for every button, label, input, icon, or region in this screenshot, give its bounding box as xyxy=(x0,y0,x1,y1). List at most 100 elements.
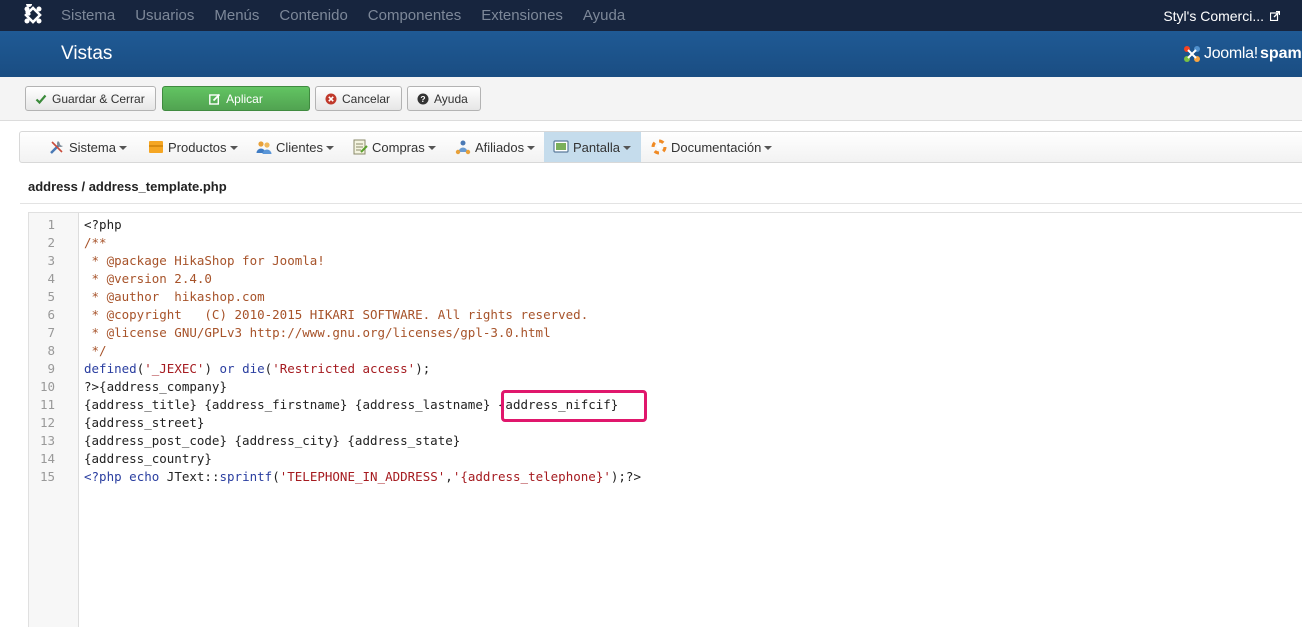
code-token: );?> xyxy=(610,469,641,484)
hikamenu-pantalla-label: Pantalla xyxy=(573,139,620,155)
code-token: * @license GNU/GPLv3 http://www.gnu.org/… xyxy=(84,325,551,340)
joomla-logo-icon[interactable] xyxy=(22,4,44,26)
code-editor[interactable]: 1 2 3 4 5 6 7 8 9 10 11 12 13 14 15 <?php/** * @packag… xyxy=(28,212,1302,627)
site-link[interactable]: Styl's Comerci... xyxy=(1163,0,1280,31)
line-number: 4 xyxy=(47,271,55,286)
check-icon xyxy=(35,94,47,104)
line-number-gutter: 1 2 3 4 5 6 7 8 9 10 11 12 13 14 15 xyxy=(29,213,79,627)
brand-suffix: spam xyxy=(1259,45,1302,62)
code-token: JText:: xyxy=(159,469,220,484)
hikamenu-compras-label: Compras xyxy=(372,139,425,155)
code-line: defined('_JEXEC') or die('Restricted acc… xyxy=(84,361,430,376)
admin-menu-menus[interactable]: Menús xyxy=(214,7,259,24)
code-token: <?php xyxy=(84,469,122,484)
question-circle-icon: ? xyxy=(417,93,429,104)
chevron-down-icon xyxy=(325,146,334,150)
line-number: 1 xyxy=(47,217,55,232)
hikamenu-productos-label: Productos xyxy=(168,139,227,155)
divider xyxy=(20,203,1302,204)
code-token: 'TELEPHONE_IN_ADDRESS' xyxy=(279,469,446,484)
line-number: 11 xyxy=(39,397,55,412)
hikamenu-clientes[interactable]: Clientes xyxy=(256,132,334,162)
code-token: , xyxy=(445,469,453,484)
affiliates-icon xyxy=(455,140,471,155)
chevron-down-icon xyxy=(118,146,127,150)
code-token: * @author hikashop.com xyxy=(84,289,265,304)
chevron-down-icon xyxy=(229,146,238,150)
code-line: <?php echo JText::sprintf('TELEPHONE_IN_… xyxy=(84,469,641,484)
hikamenu-documentacion-label: Documentación xyxy=(671,139,762,155)
code-token: ( xyxy=(272,469,280,484)
hikashop-menu: Sistema Productos Clientes Compras Afili… xyxy=(19,131,1302,163)
line-number: 3 xyxy=(47,253,55,268)
admin-menu-bar: Sistema Usuarios Menús Contenido Compone… xyxy=(0,0,1302,31)
help-lifebuoy-icon xyxy=(651,139,667,155)
admin-menu-componentes[interactable]: Componentes xyxy=(368,7,461,24)
code-line: ?>{address_company} xyxy=(84,379,227,394)
page-title: Vistas xyxy=(61,43,113,64)
page-header: Vistas Joomla! spam xyxy=(0,31,1302,77)
help-label: Ayuda xyxy=(434,91,468,106)
code-token: * @copyright (C) 2010-2015 HIKARI SOFTWA… xyxy=(84,307,589,322)
admin-menu-ayuda[interactable]: Ayuda xyxy=(583,7,625,24)
cancel-button[interactable]: Cancelar xyxy=(315,86,402,111)
site-link-label: Styl's Comerci... xyxy=(1163,7,1264,24)
hikamenu-sistema[interactable]: Sistema xyxy=(49,132,127,162)
hikamenu-clientes-label: Clientes xyxy=(276,139,323,155)
admin-menu-contenido[interactable]: Contenido xyxy=(279,7,347,24)
code-token: * @package HikaShop for Joomla! xyxy=(84,253,325,268)
orders-icon xyxy=(353,139,368,155)
code-token: ) xyxy=(204,361,220,376)
admin-menu-usuarios[interactable]: Usuarios xyxy=(135,7,194,24)
line-number: 7 xyxy=(47,325,55,340)
line-number: 8 xyxy=(47,343,55,358)
code-token: ); xyxy=(415,361,431,376)
code-token: echo xyxy=(129,469,160,484)
code-token: '_JEXEC' xyxy=(144,361,205,376)
code-token: <?php xyxy=(84,217,122,232)
hikamenu-pantalla[interactable]: Pantalla xyxy=(544,132,641,162)
code-token: * @version 2.4.0 xyxy=(84,271,212,286)
action-toolbar: Guardar & Cerrar Aplicar Cancelar ? Ayud… xyxy=(0,77,1302,121)
hikamenu-productos[interactable]: Productos xyxy=(148,132,238,162)
save-close-button[interactable]: Guardar & Cerrar xyxy=(25,86,156,111)
code-token: */ xyxy=(84,343,107,358)
code-token: sprintf xyxy=(219,469,273,484)
help-button[interactable]: ? Ayuda xyxy=(407,86,481,111)
code-line: */ xyxy=(84,343,107,358)
code-line: * @author hikashop.com xyxy=(84,289,265,304)
code-token: {address_street} xyxy=(84,415,205,430)
line-number: 14 xyxy=(39,451,55,466)
admin-menu-sistema[interactable]: Sistema xyxy=(61,7,115,24)
code-token: {address_post_code} {address_city} {addr… xyxy=(84,433,461,448)
line-number: 6 xyxy=(47,307,55,322)
code-token: or xyxy=(219,361,235,376)
edit-icon xyxy=(209,93,221,105)
code-token: defined xyxy=(84,361,137,376)
joomla-brand-logo: Joomla! spam xyxy=(1183,43,1302,65)
code-token: '{address_telephone}' xyxy=(452,469,611,484)
cancel-circle-icon xyxy=(325,93,337,104)
brand-word: Joomla! xyxy=(1204,45,1258,62)
apply-button[interactable]: Aplicar xyxy=(162,86,310,111)
admin-menu-extensiones[interactable]: Extensiones xyxy=(481,7,563,24)
product-box-icon xyxy=(149,141,163,153)
code-token: 'Restricted access' xyxy=(272,361,416,376)
code-line: * @version 2.4.0 xyxy=(84,271,212,286)
admin-menu: Sistema Usuarios Menús Contenido Compone… xyxy=(61,0,645,31)
line-number: 5 xyxy=(47,289,55,304)
users-icon xyxy=(256,141,272,154)
hikamenu-compras[interactable]: Compras xyxy=(352,132,436,162)
file-path: address / address_template.php xyxy=(28,179,227,194)
code-token: ?>{address_company} xyxy=(84,379,227,394)
nifcif-highlight-box xyxy=(501,390,647,422)
chevron-down-icon xyxy=(427,146,436,150)
code-line: <?php xyxy=(84,217,122,232)
line-number: 2 xyxy=(47,235,55,250)
external-link-icon xyxy=(1270,10,1280,21)
joomla-mark-icon xyxy=(1184,46,1200,62)
hikamenu-documentacion[interactable]: Documentación xyxy=(651,132,773,162)
tools-icon xyxy=(50,141,63,154)
line-number: 10 xyxy=(39,379,55,394)
hikamenu-afiliados[interactable]: Afiliados xyxy=(455,132,536,162)
